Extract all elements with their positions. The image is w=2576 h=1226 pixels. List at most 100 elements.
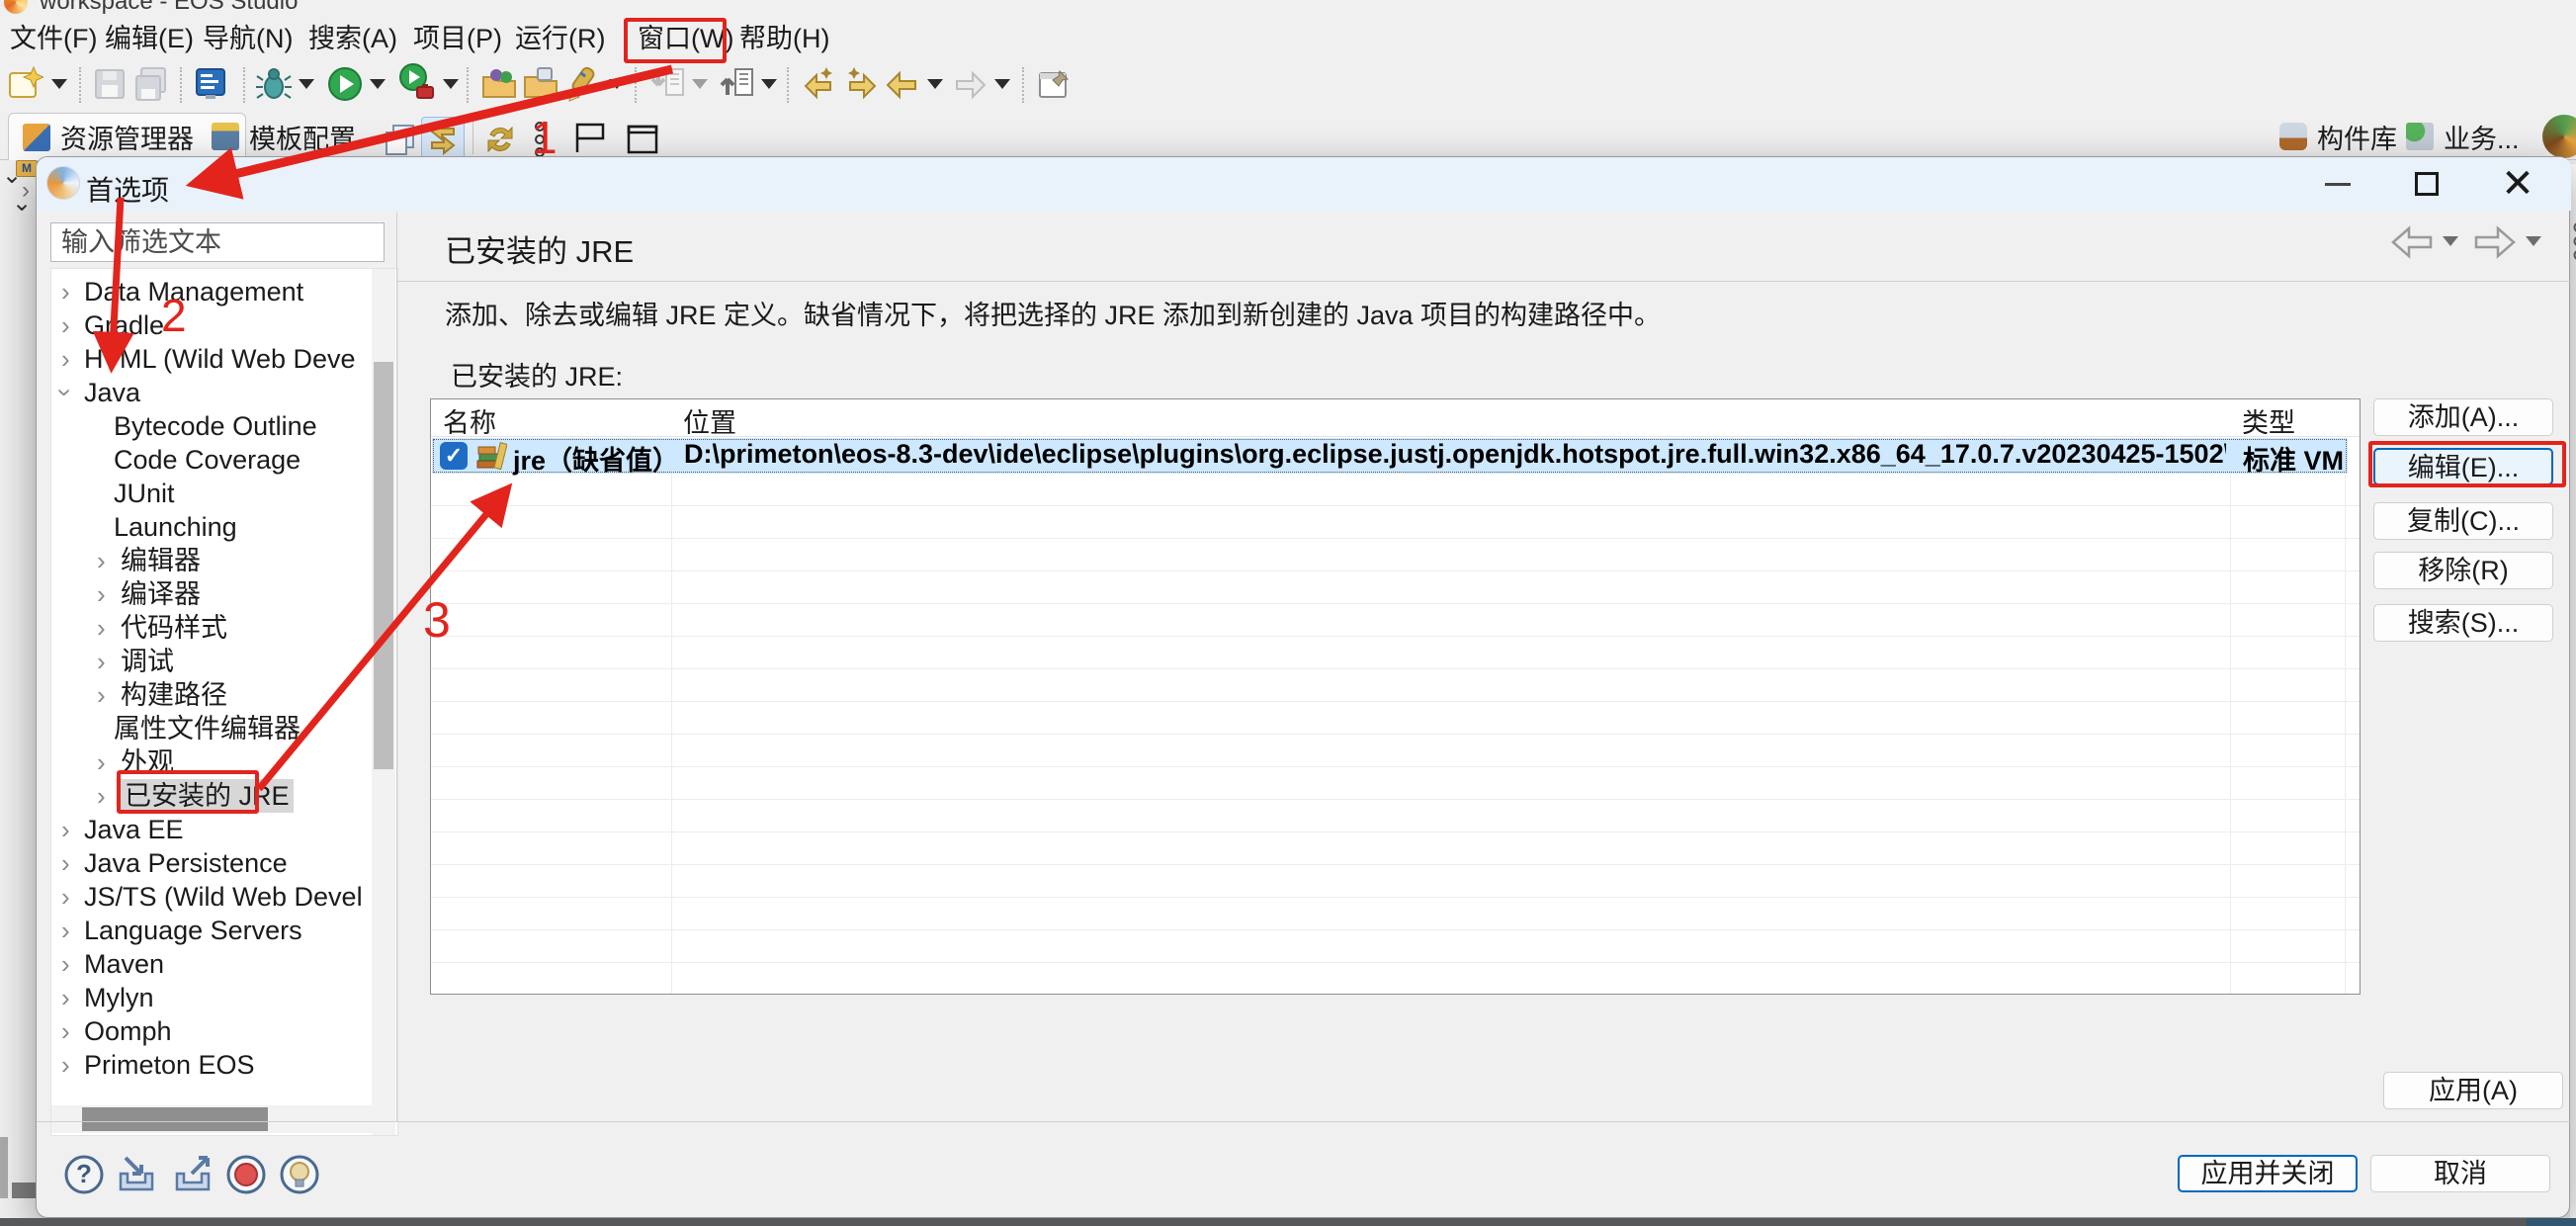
chevron-down-icon[interactable]: › <box>50 389 82 397</box>
filter-input[interactable] <box>50 222 385 262</box>
tree-item-html-wild-web-deve[interactable]: ›HTML (Wild Web Deve <box>51 342 378 376</box>
tree-item-language-servers[interactable]: ›Language Servers <box>51 914 378 947</box>
chevron-right-icon[interactable]: › <box>61 880 70 914</box>
tab-business[interactable]: 业务... <box>2392 113 2533 160</box>
menu-project[interactable]: 项目(P) <box>409 20 506 57</box>
dialog-close-button[interactable]: ✕ <box>2486 157 2549 211</box>
link-with-editor-icon[interactable] <box>421 117 465 160</box>
chevron-right-icon[interactable]: › <box>97 645 106 678</box>
dialog-maximize-button[interactable] <box>2395 157 2458 211</box>
tree-item-bytecode-outline[interactable]: Bytecode Outline <box>51 409 378 443</box>
chevron-right-icon[interactable]: › <box>61 947 70 981</box>
forward-dropdown[interactable] <box>994 79 1010 89</box>
back-icon[interactable] <box>884 65 921 103</box>
save-icon[interactable] <box>91 65 129 103</box>
tree-item-js-ts-wild-web-devel[interactable]: ›JS/TS (Wild Web Devel <box>51 880 378 914</box>
tree-item-java-persistence[interactable]: ›Java Persistence <box>51 846 378 880</box>
tree-horizontal-scrollbar[interactable] <box>51 1105 374 1133</box>
run-config-dropdown[interactable] <box>443 79 459 89</box>
debug-icon[interactable] <box>255 65 293 103</box>
export-dropdown[interactable] <box>761 79 777 89</box>
back-history-dropdown[interactable] <box>2443 236 2458 246</box>
chevron-right-icon[interactable]: › <box>61 1048 70 1082</box>
new-wizard-icon[interactable] <box>6 65 43 103</box>
search-button[interactable]: 搜索(S)... <box>2373 604 2553 642</box>
tree-item-java-ee[interactable]: ›Java EE <box>51 813 378 846</box>
column-header-type[interactable]: 类型 <box>2242 401 2295 440</box>
pin-editor-icon[interactable] <box>1036 65 1073 103</box>
run-config-icon[interactable] <box>397 63 435 101</box>
chevron-right-icon[interactable]: › <box>97 678 106 712</box>
highlighter-dropdown[interactable] <box>609 79 625 89</box>
tab-template-config[interactable]: 模板配置 <box>198 113 370 160</box>
run-dropdown[interactable] <box>370 79 386 89</box>
menu-navigate[interactable]: 导航(N) <box>199 20 297 57</box>
cancel-button[interactable]: 取消 <box>2370 1155 2550 1192</box>
menu-help[interactable]: 帮助(H) <box>735 20 833 57</box>
tree-item-java[interactable]: ›Java <box>51 376 378 409</box>
forward-annotated-icon[interactable] <box>842 65 880 103</box>
scrollbar-thumb[interactable] <box>374 362 393 769</box>
tree-item-primeton-eos[interactable]: ›Primeton EOS <box>51 1048 378 1082</box>
menu-search[interactable]: 搜索(A) <box>304 20 401 57</box>
new-dropdown[interactable] <box>51 79 67 89</box>
chevron-right-icon[interactable]: › <box>97 745 106 779</box>
chevron-right-icon[interactable]: › <box>97 544 106 577</box>
import-icon[interactable] <box>648 65 686 103</box>
tree-item-junit[interactable]: JUnit <box>51 477 378 510</box>
tree-item-gradle[interactable]: ›Gradle <box>51 308 378 342</box>
jre-table-row[interactable]: ✓ jre（缺省值） D:\primeton\eos-8.3-dev\ide\e… <box>432 438 2348 474</box>
double-view-icon[interactable] <box>384 123 417 156</box>
menu-edit[interactable]: 编辑(E) <box>101 20 198 57</box>
chevron-right-icon[interactable]: › <box>61 308 70 342</box>
jre-table[interactable]: 名称 位置 类型 ✓ jre（缺省值） D:\primeton\eos-8.3-… <box>430 398 2361 995</box>
tree-item-code-coverage[interactable]: Code Coverage <box>51 443 378 477</box>
page-menu-kebab-icon[interactable] <box>2571 220 2576 264</box>
refresh-icon[interactable] <box>482 121 518 158</box>
lightbulb-icon[interactable] <box>279 1154 320 1195</box>
column-header-location[interactable]: 位置 <box>683 401 736 440</box>
tree-item-data-management[interactable]: ›Data Management <box>51 275 378 308</box>
add-button[interactable]: 添加(A)... <box>2373 398 2553 436</box>
tab-component-library[interactable]: 构件库 <box>2266 113 2411 160</box>
duplicate-button[interactable]: 复制(C)... <box>2373 502 2553 540</box>
jre-checkbox[interactable]: ✓ <box>440 442 468 470</box>
apply-button[interactable]: 应用(A) <box>2383 1072 2563 1109</box>
open-folder-clipboard-icon[interactable] <box>522 65 559 103</box>
apply-and-close-button[interactable]: 应用并关闭 <box>2178 1155 2358 1192</box>
chevron-right-icon[interactable]: › <box>61 914 70 947</box>
back-history-icon[interactable] <box>2389 222 2435 262</box>
forward-history-icon[interactable] <box>2472 222 2518 262</box>
menu-file[interactable]: 文件(F) <box>6 20 101 57</box>
export-icon[interactable] <box>718 65 755 103</box>
background-scrollbar-thumb[interactable] <box>12 1182 38 1198</box>
menu-run[interactable]: 运行(R) <box>511 20 609 57</box>
record-icon[interactable] <box>225 1154 267 1195</box>
chevron-right-icon[interactable]: › <box>97 611 106 645</box>
forward-history-dropdown[interactable] <box>2526 236 2541 246</box>
back-annotated-icon[interactable] <box>801 65 838 103</box>
scrollbar-thumb[interactable] <box>82 1107 268 1131</box>
tree-item--[interactable]: ›代码样式 <box>51 611 378 645</box>
minimize-view-icon[interactable] <box>571 121 611 154</box>
chevron-right-icon[interactable]: › <box>61 846 70 880</box>
open-folder-eos-icon[interactable] <box>480 65 518 103</box>
export-preferences-icon[interactable] <box>172 1154 214 1195</box>
chevron-right-icon[interactable]: › <box>61 342 70 376</box>
highlighter-icon[interactable] <box>563 65 601 103</box>
import-dropdown[interactable] <box>692 79 708 89</box>
chevron-right-icon[interactable]: › <box>61 813 70 846</box>
chevron-right-icon[interactable]: › <box>97 577 106 611</box>
help-icon[interactable]: ? <box>63 1154 105 1195</box>
column-header-name[interactable]: 名称 <box>443 401 496 440</box>
tree-item-oomph[interactable]: ›Oomph <box>51 1014 378 1048</box>
tree-item--[interactable]: ›编辑器 <box>51 544 378 577</box>
background-scrollbar[interactable] <box>0 1137 8 1198</box>
avatar[interactable] <box>2542 115 2576 158</box>
tree-item--[interactable]: ›编译器 <box>51 577 378 611</box>
chevron-right-icon[interactable]: › <box>61 981 70 1014</box>
chevron-right-icon[interactable]: › <box>97 779 106 813</box>
back-dropdown[interactable] <box>927 79 943 89</box>
tree-item--[interactable]: ›调试 <box>51 645 378 678</box>
tree-item--[interactable]: ›构建路径 <box>51 678 378 712</box>
